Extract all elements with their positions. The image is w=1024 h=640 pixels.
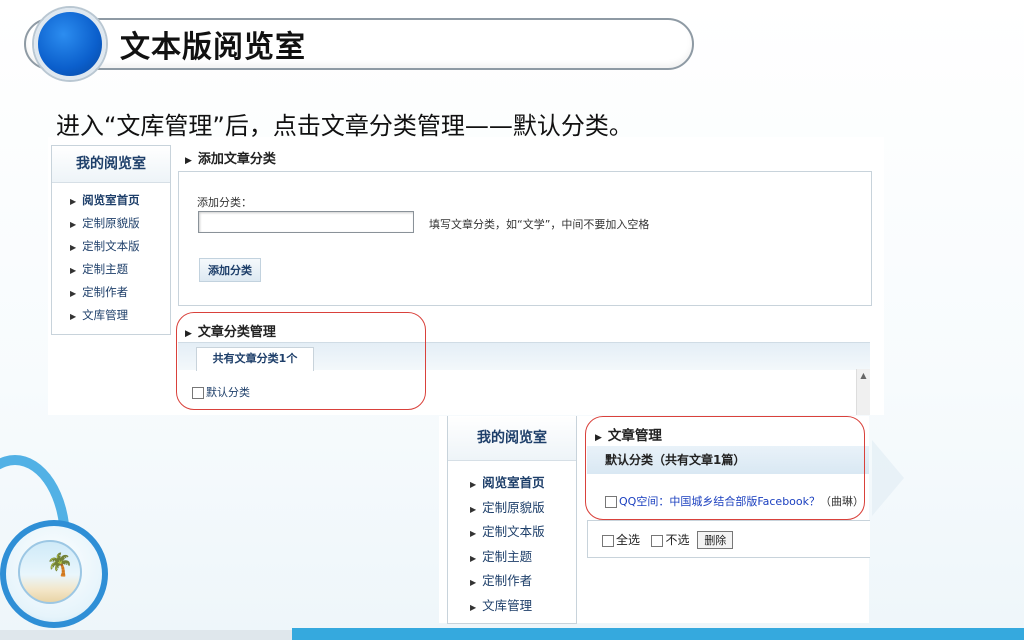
select-none-control[interactable]: 不选 xyxy=(651,533,689,547)
sidebar-item-home[interactable]: ▶ 阅览室首页 xyxy=(70,189,170,212)
palm-tree-icon: 🌴 xyxy=(46,553,74,578)
sidebar-heading: 我的阅览室 xyxy=(52,146,170,183)
triangle-right-icon: ▶ xyxy=(470,578,477,588)
select-none-checkbox[interactable] xyxy=(651,534,664,547)
screenshot-category-management: 我的阅览室 ▶ 阅览室首页 ▶ 定制原貌版 ▶ 定制文本版 ▶ 定制主题 ▶ 定制作者 ▶… xyxy=(48,137,884,415)
triangle-right-icon: ▶ xyxy=(470,504,477,514)
triangle-right-icon: ▶ xyxy=(70,243,77,252)
slide-title: 文本版阅览室 xyxy=(120,30,306,65)
sidebar-item-topics[interactable]: ▶ 定制主题 xyxy=(70,258,170,281)
sidebar-item-authors[interactable]: ▶ 定制作者 xyxy=(470,569,576,594)
scrollbar[interactable]: ▲ xyxy=(856,369,870,415)
article-actions-panel: 全选 不选 删除 xyxy=(587,520,870,558)
article-actions: 全选 不选 删除 xyxy=(602,531,734,549)
sidebar: 我的阅览室 ▶ 阅览室首页 ▶ 定制原貌版 ▶ 定制文本版 ▶ 定制主题 ▶ 定制作者 ▶… xyxy=(447,416,577,624)
sidebar-item-library[interactable]: ▶ 文库管理 xyxy=(470,594,576,619)
add-category-label: 添加分类： xyxy=(197,196,252,209)
sidebar-item-original-layout[interactable]: ▶ 定制原貌版 xyxy=(70,212,170,235)
footer-bar-accent xyxy=(292,628,1024,640)
decorative-arrow xyxy=(872,440,904,516)
triangle-right-icon: ▶ xyxy=(470,529,477,539)
triangle-right-icon: ▶ xyxy=(470,553,477,563)
sidebar-heading: 我的阅览室 xyxy=(448,416,576,461)
add-category-panel: 添加分类： 填写文章分类，如“文学”，中间不要加入空格 添加分类 xyxy=(178,171,872,306)
sidebar-item-original-layout[interactable]: ▶ 定制原貌版 xyxy=(470,496,576,521)
footer-bar-left xyxy=(0,630,292,640)
triangle-right-icon: ▶ xyxy=(470,480,477,489)
triangle-right-icon: ▶ xyxy=(70,197,77,206)
triangle-right-icon: ▶ xyxy=(70,266,77,275)
highlight-oval xyxy=(176,312,426,410)
select-all-control[interactable]: 全选 xyxy=(602,533,640,547)
sidebar-item-library[interactable]: ▶ 文库管理 xyxy=(70,304,170,327)
sidebar-item-topics[interactable]: ▶ 定制主题 xyxy=(470,545,576,570)
sidebar-item-home[interactable]: ▶ 阅览室首页 xyxy=(470,471,576,496)
screenshot-article-management: 我的阅览室 ▶ 阅览室首页 ▶ 定制原貌版 ▶ 定制文本版 ▶ 定制主题 ▶ 定制作者 ▶… xyxy=(439,416,870,624)
add-category-button[interactable]: 添加分类 xyxy=(199,258,261,282)
title-bullet-icon xyxy=(34,8,106,80)
add-category-input[interactable] xyxy=(198,211,414,233)
triangle-right-icon: ▶ xyxy=(70,312,77,321)
highlight-oval xyxy=(585,416,865,520)
sidebar: 我的阅览室 ▶ 阅览室首页 ▶ 定制原貌版 ▶ 定制文本版 ▶ 定制主题 ▶ 定制作者 ▶… xyxy=(51,145,171,335)
add-category-hint: 填写文章分类，如“文学”，中间不要加入空格 xyxy=(429,218,650,231)
select-all-checkbox[interactable] xyxy=(602,534,614,547)
sidebar-item-text-layout[interactable]: ▶ 定制文本版 xyxy=(470,520,576,545)
triangle-right-icon: ▶ xyxy=(470,602,477,612)
triangle-right-icon: ▶ xyxy=(70,220,77,229)
delete-button[interactable]: 删除 xyxy=(697,531,734,549)
instruction-text: 进入“文库管理”后，点击文章分类管理——默认分类。 xyxy=(56,112,633,140)
triangle-right-icon: ▶ xyxy=(70,289,77,298)
scroll-up-icon[interactable]: ▲ xyxy=(857,371,870,380)
add-category-heading: ▶ 添加文章分类 xyxy=(185,152,276,167)
sidebar-item-text-layout[interactable]: ▶ 定制文本版 xyxy=(70,235,170,258)
triangle-right-icon: ▶ xyxy=(185,156,192,166)
sidebar-item-authors[interactable]: ▶ 定制作者 xyxy=(70,281,170,304)
